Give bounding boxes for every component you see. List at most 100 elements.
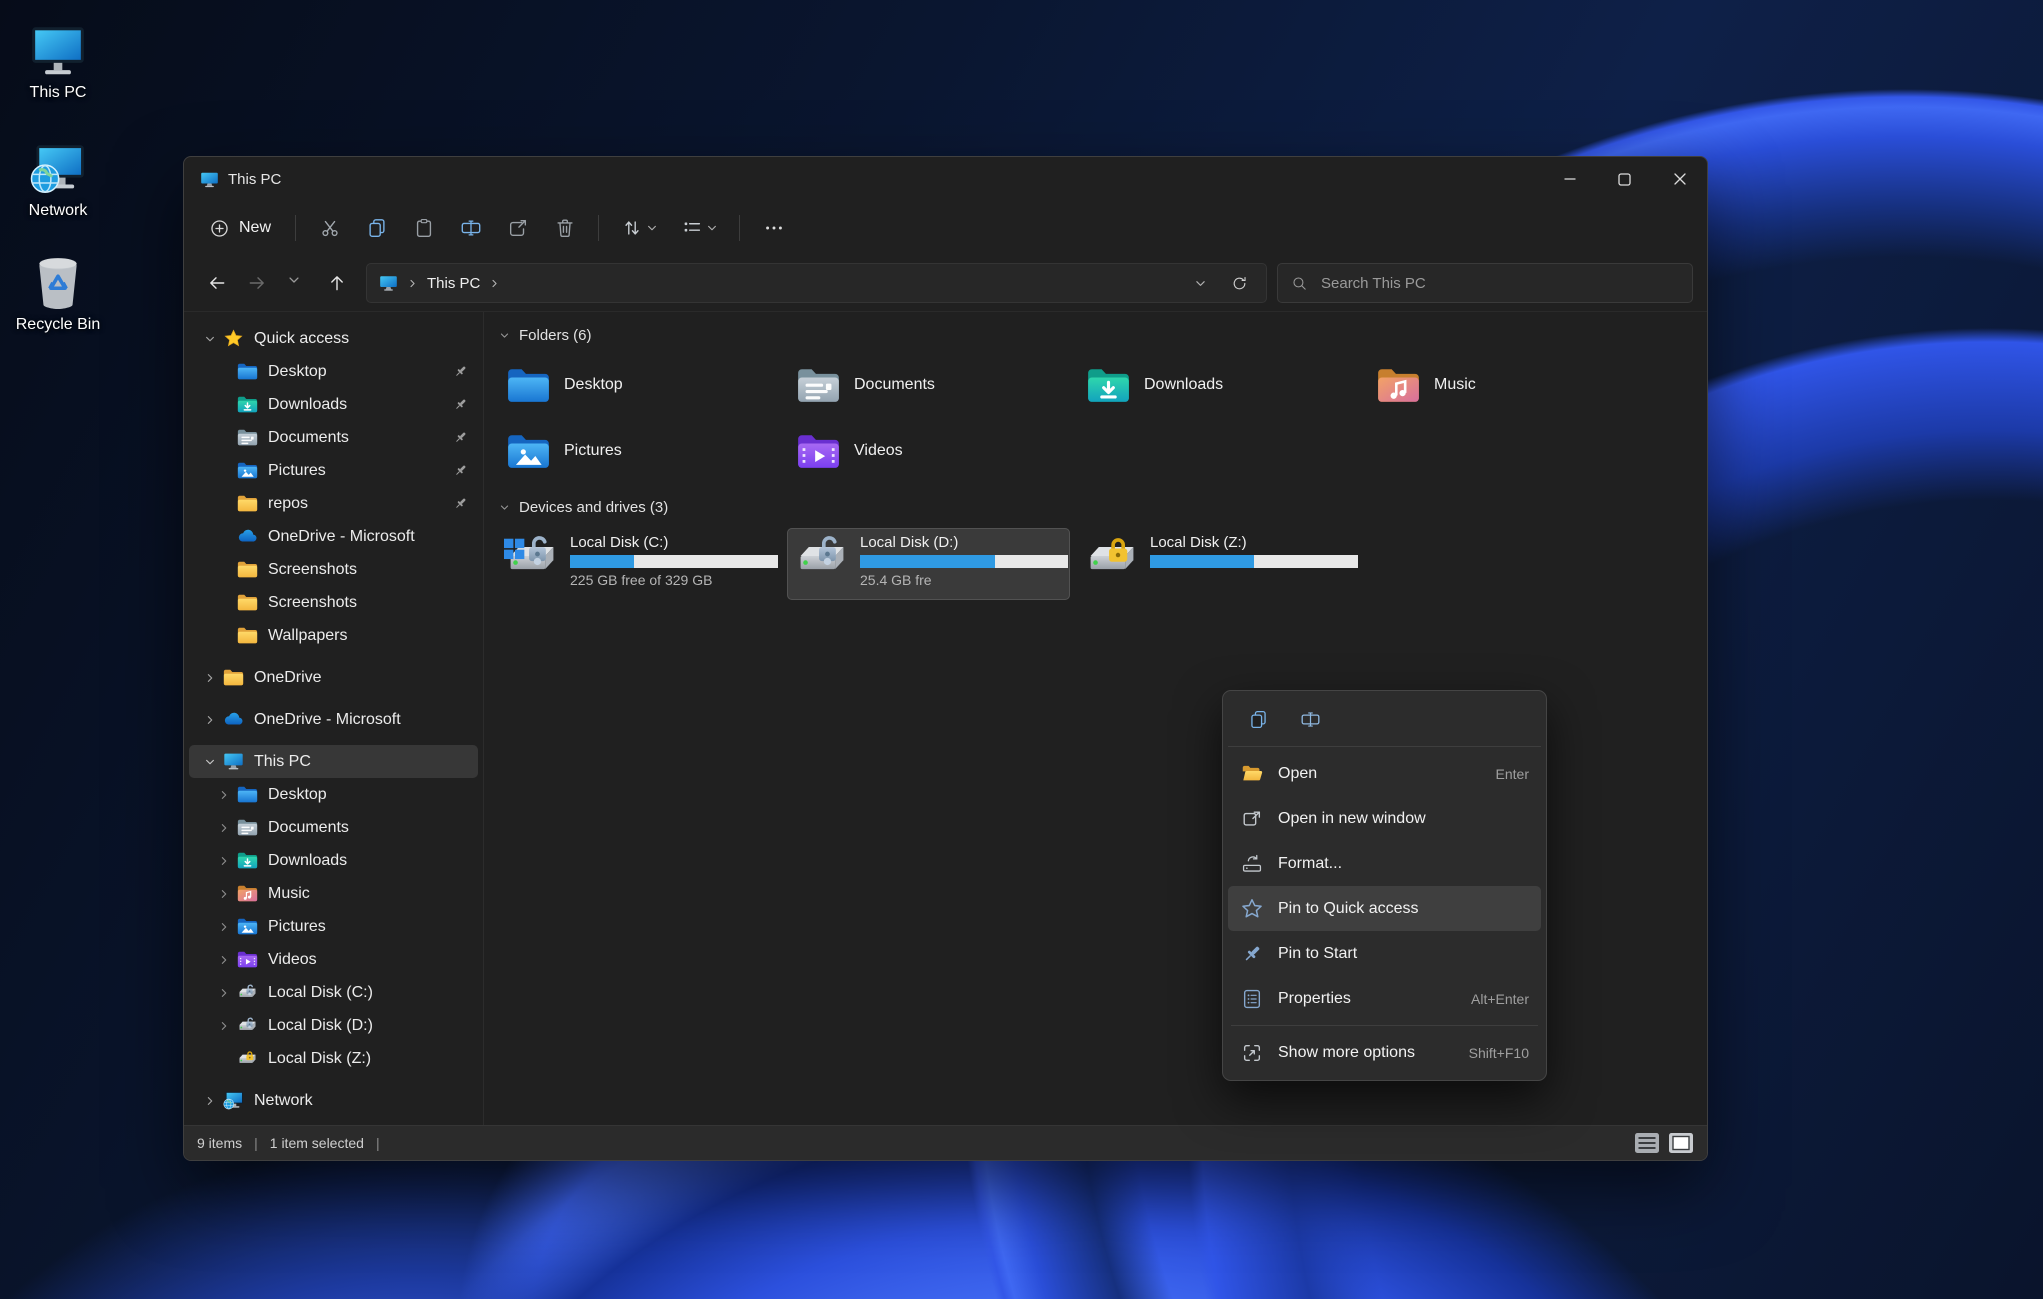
drive-tile-local-disk-d[interactable]: Local Disk (D:) 25.4 GB fre	[787, 528, 1070, 600]
format-drive-icon	[1242, 854, 1262, 872]
search-box	[1277, 263, 1693, 303]
rename-button[interactable]	[1288, 701, 1332, 737]
command-toolbar: New	[184, 201, 1707, 255]
folder-tile-downloads[interactable]: Downloads	[1077, 356, 1360, 414]
pin-icon	[454, 364, 468, 378]
address-box[interactable]: This PC	[366, 263, 1267, 303]
desktop-icon-label: This PC	[29, 84, 87, 101]
sidebar-item-thispc-pictures[interactable]: Pictures	[189, 910, 478, 943]
desktop-icon-recycle-bin[interactable]: Recycle Bin	[6, 255, 110, 334]
file-explorer-window: This PC New This PC Search This PC Quick…	[183, 156, 1708, 1161]
breadcrumb-this-pc[interactable]: This PC	[427, 275, 480, 292]
recent-locations-button[interactable]	[278, 265, 316, 301]
sidebar-item-thispc-videos[interactable]: Videos	[189, 943, 478, 976]
sidebar-item-local-disk-z[interactable]: Local Disk (Z:)	[189, 1042, 478, 1075]
folder-tile-videos[interactable]: Videos	[787, 422, 1070, 480]
sidebar-item-local-disk-c[interactable]: Local Disk (C:)	[189, 976, 478, 1009]
folder-pictures-icon	[237, 461, 258, 480]
back-button[interactable]	[198, 265, 236, 301]
close-button[interactable]	[1652, 157, 1707, 201]
folder-downloads-icon	[1086, 367, 1131, 404]
sidebar-item-screenshots[interactable]: Screenshots	[189, 586, 478, 619]
onedrive-cloud-icon	[224, 712, 243, 725]
delete-button[interactable]	[542, 209, 587, 247]
open-folder-icon	[1242, 765, 1263, 780]
sidebar-item-quick-access[interactable]: Quick access	[189, 322, 478, 355]
folder-tile-music[interactable]: Music	[1367, 356, 1650, 414]
drives-section-header[interactable]: Devices and drives (3)	[499, 494, 1707, 520]
sidebar-item-local-disk-d[interactable]: Local Disk (D:)	[189, 1009, 478, 1042]
chevron-right-icon	[221, 790, 227, 799]
up-icon	[331, 276, 343, 291]
copy-button[interactable]	[354, 209, 399, 247]
drive-locked-icon	[1084, 533, 1140, 581]
new-button[interactable]: New	[196, 210, 284, 247]
sidebar-item-thispc-desktop[interactable]: Desktop	[189, 778, 478, 811]
folder-tile-desktop[interactable]: Desktop	[497, 356, 780, 414]
see-more-button[interactable]	[751, 209, 796, 247]
maximize-button[interactable]	[1597, 157, 1652, 201]
sidebar-item-documents[interactable]: Documents	[189, 421, 478, 454]
sidebar-item-thispc-documents[interactable]: Documents	[189, 811, 478, 844]
sidebar-item-onedrive[interactable]: OneDrive	[189, 661, 478, 694]
toolbar-separator	[295, 215, 297, 241]
details-view-icon	[1633, 1132, 1660, 1154]
chevron-right-icon	[221, 823, 227, 832]
menu-item-pin-to-quick-access[interactable]: Pin to Quick access	[1228, 886, 1541, 931]
navigation-pane: Quick access Desktop Downloads Documents	[184, 312, 484, 1125]
menu-item-show-more-options[interactable]: Show more options Shift+F10	[1228, 1030, 1541, 1075]
sidebar-item-onedrive-microsoft[interactable]: OneDrive - Microsoft	[189, 520, 478, 553]
toolbar-separator	[598, 215, 600, 241]
menu-item-pin-to-start[interactable]: Pin to Start	[1228, 931, 1541, 976]
chevron-right-icon	[492, 279, 497, 287]
minimize-button[interactable]	[1542, 157, 1597, 201]
pin-icon	[454, 430, 468, 444]
paste-button[interactable]	[401, 209, 446, 247]
details-view-button[interactable]	[1633, 1132, 1660, 1155]
folder-tile-documents[interactable]: Documents	[787, 356, 1070, 414]
pin-icon	[454, 496, 468, 510]
sidebar-item-downloads[interactable]: Downloads	[189, 388, 478, 421]
sidebar-item-this-pc[interactable]: This PC	[189, 745, 478, 778]
view-button[interactable]	[670, 209, 728, 247]
sidebar-item-thispc-music[interactable]: Music	[189, 877, 478, 910]
menu-item-open[interactable]: Open Enter	[1228, 751, 1541, 796]
desktop-wallpaper[interactable]: { "desktop": { "icons": [ {"label": "Thi…	[0, 0, 2043, 1299]
sidebar-item-wallpapers[interactable]: Wallpapers	[189, 619, 478, 652]
sidebar-item-repos[interactable]: repos	[189, 487, 478, 520]
sidebar-item-pictures[interactable]: Pictures	[189, 454, 478, 487]
sidebar-item-onedrive-microsoft-root[interactable]: OneDrive - Microsoft	[189, 703, 478, 736]
sidebar-item-thispc-downloads[interactable]: Downloads	[189, 844, 478, 877]
rename-icon	[1301, 711, 1319, 727]
folders-section-header[interactable]: Folders (6)	[499, 322, 1707, 348]
forward-button[interactable]	[238, 265, 276, 301]
folder-tile-pictures[interactable]: Pictures	[497, 422, 780, 480]
menu-item-properties[interactable]: Properties Alt+Enter	[1228, 976, 1541, 1021]
search-input[interactable]	[1319, 273, 1679, 293]
drive-unlocked-icon	[237, 983, 258, 1002]
sort-button[interactable]	[610, 209, 668, 247]
desktop-icon-label: Recycle Bin	[15, 316, 101, 333]
drives-grid: Local Disk (C:) 225 GB free of 329 GB Lo…	[497, 528, 1707, 600]
sidebar-item-desktop[interactable]: Desktop	[189, 355, 478, 388]
desktop-icon-this-pc[interactable]: This PC	[6, 25, 110, 102]
up-button[interactable]	[318, 265, 356, 301]
sidebar-item-network[interactable]: Network	[189, 1084, 478, 1117]
title-bar[interactable]: This PC	[184, 157, 1707, 201]
share-button[interactable]	[495, 209, 540, 247]
cut-button[interactable]	[307, 209, 352, 247]
menu-item-open-in-new-window[interactable]: Open in new window	[1228, 796, 1541, 841]
refresh-button[interactable]	[1224, 268, 1254, 298]
folder-icon	[237, 626, 258, 645]
rename-button[interactable]	[448, 209, 493, 247]
address-dropdown-button[interactable]	[1185, 268, 1215, 298]
menu-item-format[interactable]: Format...	[1228, 841, 1541, 886]
large-icons-view-button[interactable]	[1667, 1132, 1694, 1155]
copy-button[interactable]	[1236, 701, 1280, 737]
file-pane[interactable]: Folders (6) Desktop Documents Downloads	[484, 312, 1707, 1125]
drive-tile-local-disk-z[interactable]: Local Disk (Z:)	[1077, 528, 1360, 600]
sidebar-item-screenshots[interactable]: Screenshots	[189, 553, 478, 586]
disk-free-space: 25.4 GB fre	[860, 572, 932, 588]
drive-tile-local-disk-c[interactable]: Local Disk (C:) 225 GB free of 329 GB	[497, 528, 780, 600]
desktop-icon-network[interactable]: Network	[6, 143, 110, 220]
